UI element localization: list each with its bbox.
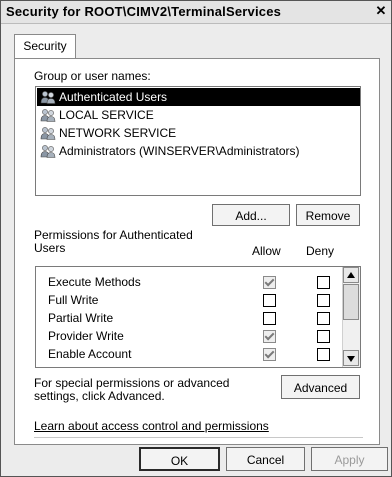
deny-checkbox-partial-write[interactable] [317, 312, 330, 325]
access-control-help-link[interactable]: Learn about access control and permissio… [34, 419, 269, 433]
permission-row-full-write: Full Write [36, 291, 338, 309]
allow-checkbox-enable-account[interactable] [263, 348, 276, 361]
scroll-up-button[interactable] [343, 267, 359, 283]
cancel-button[interactable]: Cancel [226, 447, 305, 471]
list-item-authenticated-users[interactable]: Authenticated Users [37, 88, 360, 106]
allow-checkbox-partial-write[interactable] [263, 312, 276, 325]
security-tab-panel: Group or user names: Authenticated Users [14, 58, 380, 445]
divider [34, 437, 363, 438]
list-item-label: LOCAL SERVICE [59, 108, 154, 122]
deny-checkbox-execute-methods[interactable] [317, 276, 330, 289]
title-bar[interactable]: Security for ROOT\CIMV2\TerminalServices… [1, 1, 391, 24]
permission-row-partial-write: Partial Write [36, 309, 338, 327]
permissions-label: Permissions for Authenticated Users [34, 228, 193, 255]
permission-name: Partial Write [48, 311, 114, 325]
list-item-label: Administrators (WINSERVER\Administrators… [59, 144, 300, 158]
permission-row-execute-methods: Execute Methods [36, 273, 338, 291]
list-item-label: NETWORK SERVICE [59, 126, 177, 140]
tab-security[interactable]: Security [14, 34, 76, 58]
deny-checkbox-full-write[interactable] [317, 294, 330, 307]
remove-button[interactable]: Remove [296, 204, 360, 226]
list-item-network-service[interactable]: NETWORK SERVICE [37, 124, 180, 142]
close-icon[interactable]: ✕ [374, 4, 388, 18]
arrow-down-icon [347, 356, 355, 362]
apply-button[interactable]: Apply [311, 447, 388, 471]
advanced-hint-text: For special permissions or advanced sett… [34, 376, 230, 403]
advanced-button[interactable]: Advanced [281, 375, 360, 399]
list-item-administrators[interactable]: Administrators (WINSERVER\Administrators… [37, 142, 304, 160]
scroll-thumb[interactable] [343, 284, 359, 320]
list-item-local-service[interactable]: LOCAL SERVICE [37, 106, 158, 124]
arrow-up-icon [347, 272, 355, 278]
ok-button[interactable]: OK [139, 447, 220, 471]
list-item-label: Authenticated Users [59, 90, 168, 104]
window-title: Security for ROOT\CIMV2\TerminalServices [6, 4, 282, 19]
allow-checkbox-execute-methods[interactable] [263, 276, 276, 289]
permission-name: Full Write [48, 293, 99, 307]
permission-name: Enable Account [48, 347, 132, 361]
security-dialog: Security for ROOT\CIMV2\TerminalServices… [0, 0, 392, 477]
permission-row-enable-account: Enable Account [36, 345, 338, 363]
users-icon [40, 127, 56, 140]
permission-name: Provider Write [48, 329, 124, 343]
allow-checkbox-full-write[interactable] [263, 294, 276, 307]
tab-security-label: Security [23, 39, 67, 53]
permission-name: Execute Methods [48, 275, 141, 289]
allow-checkbox-provider-write[interactable] [263, 330, 276, 343]
deny-column-header: Deny [306, 244, 335, 258]
scroll-down-button[interactable] [343, 350, 359, 366]
deny-checkbox-enable-account[interactable] [317, 348, 330, 361]
users-icon [40, 109, 56, 122]
group-user-list[interactable]: Authenticated Users LOCAL SERVICE NETWOR… [35, 86, 361, 196]
permissions-scrollbar[interactable] [342, 267, 360, 367]
users-icon [40, 91, 56, 104]
group-names-label: Group or user names: [34, 69, 151, 83]
allow-column-header: Allow [252, 244, 281, 258]
users-icon [40, 145, 56, 158]
add-button[interactable]: Add... [212, 204, 290, 226]
permissions-list[interactable]: Execute Methods Full Write Partial Write… [35, 266, 361, 368]
permission-row-provider-write: Provider Write [36, 327, 338, 345]
deny-checkbox-provider-write[interactable] [317, 330, 330, 343]
